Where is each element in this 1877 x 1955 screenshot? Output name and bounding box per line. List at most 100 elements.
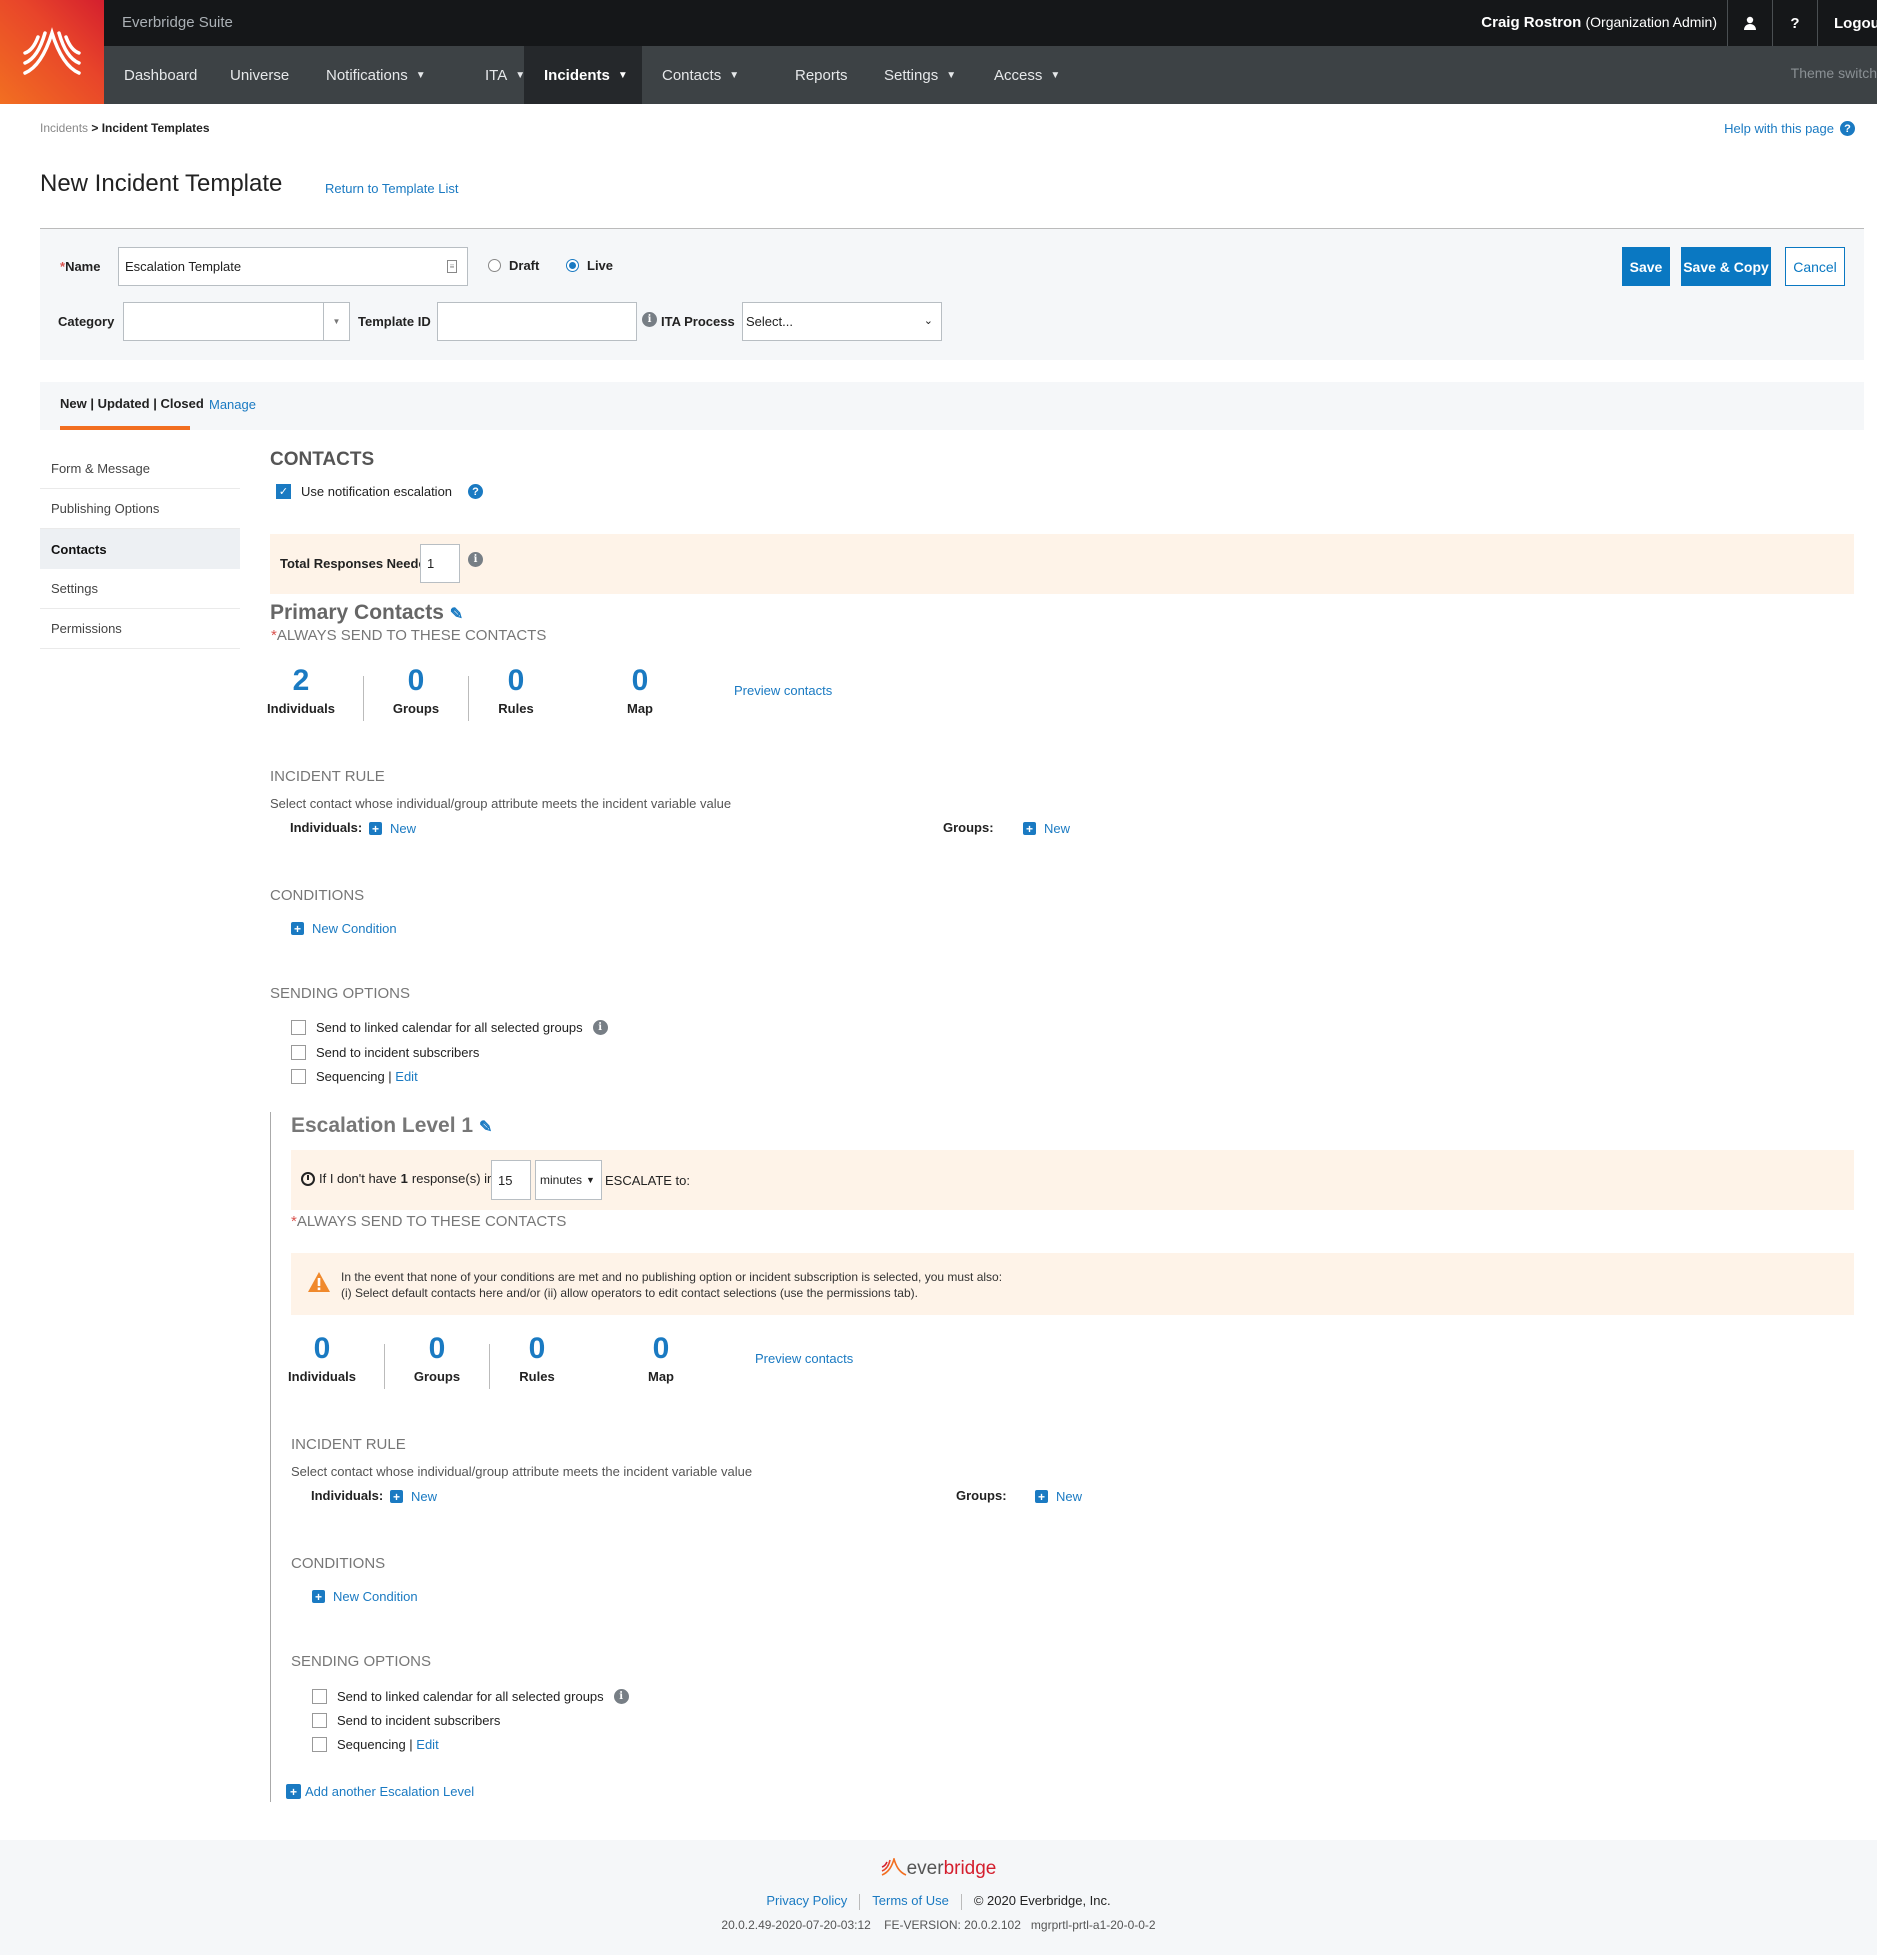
everbridge-logo[interactable] bbox=[0, 0, 104, 104]
nav-incidents[interactable]: Incidents ▼ bbox=[524, 46, 642, 104]
nav-contacts[interactable]: Contacts ▼ bbox=[642, 46, 759, 104]
sidebar-item-permissions[interactable]: Permissions bbox=[40, 609, 240, 649]
new-group-rule-link[interactable]: + New bbox=[1023, 821, 1070, 836]
cancel-button[interactable]: Cancel bbox=[1785, 247, 1845, 286]
field-clear-icon[interactable]: ≡ bbox=[447, 260, 457, 273]
user-name[interactable]: Craig Rostron (Organization Admin) bbox=[1481, 14, 1717, 31]
groups-label: Groups: bbox=[943, 820, 994, 835]
copyright: © 2020 Everbridge, Inc. bbox=[973, 1893, 1111, 1908]
tab-manage[interactable]: Manage bbox=[209, 397, 256, 412]
always-send-label: *ALWAYS SEND TO THESE CONTACTS bbox=[271, 627, 547, 644]
new-condition-link[interactable]: + New Condition bbox=[312, 1589, 418, 1604]
sequencing-checkbox[interactable]: Sequencing | Edit bbox=[312, 1737, 439, 1752]
info-icon[interactable]: i bbox=[592, 1020, 608, 1035]
save-button[interactable]: Save bbox=[1622, 247, 1670, 286]
escalation-rule-text: If I don't have 1 response(s) in bbox=[301, 1171, 494, 1186]
template-id-input[interactable] bbox=[437, 302, 637, 341]
plus-icon: + bbox=[369, 822, 382, 835]
nav-universe[interactable]: Universe bbox=[210, 46, 309, 104]
help-link[interactable]: Help with this page? bbox=[1724, 121, 1855, 136]
main-nav: Dashboard Universe Notifications ▼ ITA ▼ I… bbox=[104, 46, 1877, 104]
terms-of-use-link[interactable]: Terms of Use bbox=[872, 1893, 949, 1908]
nav-notifications[interactable]: Notifications ▼ bbox=[306, 46, 446, 104]
sending-options-heading: SENDING OPTIONS bbox=[270, 985, 411, 1002]
stat-rules[interactable]: 0 Rules bbox=[502, 1333, 572, 1385]
logout-button[interactable]: Logout bbox=[1817, 0, 1877, 46]
stat-map[interactable]: 0 Map bbox=[605, 665, 675, 717]
add-escalation-level-link[interactable]: + Add another Escalation Level bbox=[286, 1784, 474, 1799]
stat-groups[interactable]: 0 Groups bbox=[381, 665, 451, 717]
stat-rules[interactable]: 0 Rules bbox=[481, 665, 551, 717]
chevron-down-icon: ⌄ bbox=[923, 315, 933, 327]
sidebar-item-form-message[interactable]: Form & Message bbox=[40, 449, 240, 489]
info-icon[interactable]: i bbox=[642, 312, 657, 327]
everbridge-footer-logo-icon bbox=[881, 1856, 906, 1876]
new-individual-rule-link[interactable]: + New bbox=[390, 1489, 437, 1504]
active-tab-indicator bbox=[60, 426, 190, 430]
total-responses-band: Total Responses Needed 1 i bbox=[270, 534, 1854, 594]
sequencing-edit-link[interactable]: Edit bbox=[416, 1737, 438, 1752]
stat-map[interactable]: 0 Map bbox=[626, 1333, 696, 1385]
tab-new-updated-closed[interactable]: New | Updated | Closed bbox=[60, 396, 204, 411]
divider bbox=[363, 676, 364, 721]
escalation-level-title: Escalation Level 1 ✎ bbox=[291, 1114, 493, 1137]
info-icon[interactable]: i bbox=[613, 1689, 629, 1704]
question-icon: ? bbox=[1790, 14, 1800, 32]
stat-individuals[interactable]: 2 Individuals bbox=[266, 665, 336, 717]
new-condition-link[interactable]: + New Condition bbox=[291, 921, 397, 936]
status-draft-radio[interactable]: Draft bbox=[488, 258, 539, 273]
category-combobox[interactable]: ▼ bbox=[123, 302, 350, 341]
incident-rule-heading: INCIDENT RULE bbox=[270, 768, 385, 785]
sequencing-edit-link[interactable]: Edit bbox=[395, 1069, 417, 1084]
linked-calendar-checkbox[interactable]: Send to linked calendar for all selected… bbox=[312, 1689, 629, 1704]
user-profile-button[interactable] bbox=[1727, 0, 1772, 46]
plus-icon: + bbox=[1035, 1490, 1048, 1503]
incident-subscribers-checkbox[interactable]: Send to incident subscribers bbox=[291, 1045, 479, 1060]
use-escalation-checkbox[interactable]: ✓ Use notification escalation? bbox=[276, 484, 484, 499]
new-individual-rule-link[interactable]: + New bbox=[369, 821, 416, 836]
save-and-copy-button[interactable]: Save & Copy bbox=[1681, 247, 1771, 286]
sidebar-item-contacts[interactable]: Contacts bbox=[40, 529, 240, 569]
total-responses-input[interactable]: 1 bbox=[420, 544, 460, 583]
stat-individuals[interactable]: 0 Individuals bbox=[287, 1333, 357, 1385]
return-to-template-list-link[interactable]: Return to Template List bbox=[325, 181, 458, 196]
sequencing-checkbox[interactable]: Sequencing | Edit bbox=[291, 1069, 418, 1084]
help-button[interactable]: ? bbox=[1772, 0, 1817, 46]
sidebar-item-settings[interactable]: Settings bbox=[40, 569, 240, 609]
breadcrumb-incidents[interactable]: Incidents bbox=[40, 121, 88, 135]
sidebar-item-publishing-options[interactable]: Publishing Options bbox=[40, 489, 240, 529]
incident-subscribers-checkbox[interactable]: Send to incident subscribers bbox=[312, 1713, 500, 1728]
preview-contacts-link[interactable]: Preview contacts bbox=[755, 1351, 853, 1366]
escalate-to-label: ESCALATE to: bbox=[605, 1173, 691, 1188]
everbridge-logo-icon bbox=[23, 27, 81, 75]
nav-dashboard[interactable]: Dashboard bbox=[104, 46, 217, 104]
new-group-rule-link[interactable]: + New bbox=[1035, 1489, 1082, 1504]
divider bbox=[468, 676, 469, 721]
primary-contacts-title: Primary Contacts ✎ bbox=[270, 601, 464, 624]
help-circle-icon: ? bbox=[1840, 121, 1855, 136]
stat-groups[interactable]: 0 Groups bbox=[402, 1333, 472, 1385]
pencil-icon[interactable]: ✎ bbox=[479, 1119, 492, 1136]
theme-switch[interactable]: Theme switch bbox=[1791, 65, 1877, 81]
name-input[interactable]: Escalation Template ≡ bbox=[118, 247, 468, 286]
ita-process-select[interactable]: Select... ⌄ bbox=[742, 302, 942, 341]
info-icon[interactable]: i bbox=[468, 552, 483, 567]
warning-text: In the event that none of your condition… bbox=[341, 1270, 1003, 1300]
privacy-policy-link[interactable]: Privacy Policy bbox=[766, 1893, 847, 1908]
linked-calendar-checkbox[interactable]: Send to linked calendar for all selected… bbox=[291, 1020, 608, 1035]
individuals-label: Individuals: bbox=[311, 1488, 384, 1503]
status-live-radio[interactable]: Live bbox=[566, 258, 613, 273]
nav-settings[interactable]: Settings ▼ bbox=[864, 46, 976, 104]
divider bbox=[384, 1344, 385, 1389]
preview-contacts-link[interactable]: Preview contacts bbox=[734, 683, 832, 698]
breadcrumb-current: Incident Templates bbox=[101, 121, 210, 135]
pencil-icon[interactable]: ✎ bbox=[450, 606, 463, 623]
escalation-duration-input[interactable]: 15 bbox=[491, 1160, 531, 1200]
help-circle-icon[interactable]: ? bbox=[468, 484, 484, 499]
caret-down-icon[interactable]: ▼ bbox=[323, 303, 349, 340]
clock-icon bbox=[301, 1171, 315, 1186]
escalation-unit-select[interactable]: minutes ▼ bbox=[535, 1160, 602, 1200]
conditions-heading: CONDITIONS bbox=[291, 1555, 386, 1572]
nav-reports[interactable]: Reports bbox=[775, 46, 868, 104]
nav-access[interactable]: Access ▼ bbox=[974, 46, 1080, 104]
